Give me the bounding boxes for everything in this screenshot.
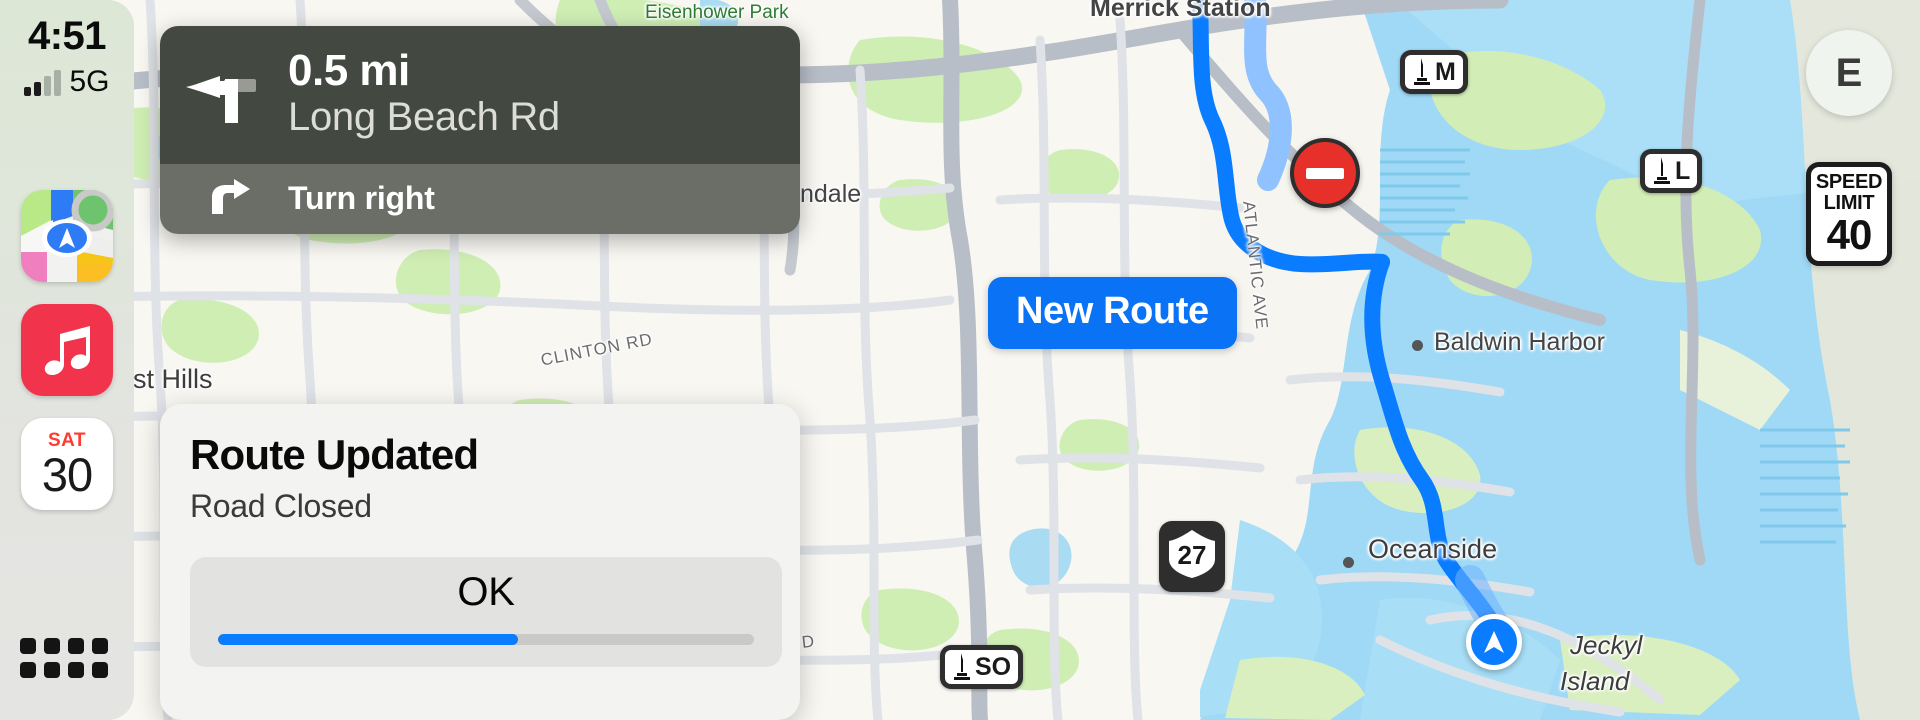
- carplay-sidebar[interactable]: 4:51 5G SAT 30: [0, 0, 134, 720]
- speed-limit-line1: SPEED: [1815, 171, 1883, 194]
- map-label: ndale: [800, 180, 862, 208]
- map-city-dot: [1343, 557, 1354, 568]
- map-label: Jeckyl: [1570, 630, 1643, 660]
- road-closed-icon[interactable]: [1290, 138, 1360, 208]
- user-location-puck: [1466, 614, 1522, 670]
- app-icon-maps[interactable]: [21, 190, 113, 282]
- speed-limit-value: 40: [1826, 210, 1873, 258]
- map-label: CLINTON RD: [539, 329, 655, 370]
- ok-button-label: OK: [457, 570, 515, 614]
- lighthouse-icon: [954, 653, 970, 680]
- nav-primary-instruction[interactable]: 0.5 mi Long Beach Rd: [160, 26, 800, 165]
- parkway-shield-m[interactable]: M: [1400, 50, 1468, 94]
- shield-letter: SO: [975, 652, 1012, 681]
- compass-button[interactable]: E: [1806, 30, 1892, 116]
- app-icon-music[interactable]: [21, 304, 113, 396]
- lighthouse-icon: [1654, 157, 1670, 184]
- apple-music-icon: [44, 326, 90, 375]
- ok-progress-fill: [218, 634, 519, 645]
- nav-street-name: Long Beach Rd: [288, 95, 560, 140]
- map-label: Baldwin Harbor: [1434, 328, 1605, 356]
- map-label: Merrick Station: [1090, 0, 1271, 22]
- signal-bars-icon: [24, 69, 62, 96]
- status-row: 5G: [0, 59, 134, 96]
- compass-direction-letter: E: [1835, 50, 1863, 95]
- app-grid-icon[interactable]: [20, 638, 108, 678]
- speed-limit-line2: LIMIT: [1823, 191, 1875, 214]
- calendar-day: 30: [41, 447, 93, 501]
- navigation-arrow-icon: [1484, 631, 1504, 653]
- carplay-screen: Eisenhower Park Merrick Station ndale st…: [0, 0, 1920, 720]
- map-label: ATLANTIC AVE: [1239, 200, 1272, 331]
- turn-left-icon: [186, 76, 256, 124]
- nav-next-label: Turn right: [288, 179, 435, 216]
- navigation-banner[interactable]: 0.5 mi Long Beach Rd Turn right: [160, 26, 800, 235]
- alert-title: Route Updated: [190, 431, 479, 478]
- apple-maps-icon: [21, 190, 113, 282]
- state-route-shield-icon: 27: [1169, 530, 1215, 578]
- shield-letter: M: [1435, 57, 1456, 86]
- ok-button[interactable]: OK: [190, 557, 782, 667]
- map-label: Oceanside: [1368, 534, 1498, 564]
- svg-text:27: 27: [1178, 540, 1207, 570]
- route-shield-27[interactable]: 27: [1159, 521, 1225, 592]
- speed-limit-sign: SPEED LIMIT 40: [1806, 162, 1892, 266]
- new-route-badge[interactable]: New Route: [988, 277, 1237, 349]
- nav-text-block: 0.5 mi Long Beach Rd: [288, 46, 560, 140]
- alert-subtitle: Road Closed: [190, 488, 372, 525]
- parkway-shield-so[interactable]: SO: [940, 645, 1024, 689]
- status-clock: 4:51: [27, 14, 107, 58]
- turn-right-icon: [212, 179, 250, 215]
- map-label: Island: [1560, 666, 1630, 696]
- map-city-dot: [1412, 340, 1423, 351]
- nav-distance: 0.5 mi: [288, 46, 410, 95]
- road-closed-bar: [1306, 167, 1344, 179]
- ok-progress-bar: [218, 634, 754, 645]
- map-label: Eisenhower Park: [645, 2, 789, 23]
- shield-letter: L: [1675, 156, 1691, 185]
- lighthouse-icon: [1414, 58, 1430, 85]
- map-label: st Hills: [133, 364, 213, 394]
- network-type-label: 5G: [69, 65, 110, 98]
- nav-next-instruction[interactable]: Turn right: [160, 164, 800, 235]
- parkway-shield-l[interactable]: L: [1640, 149, 1703, 193]
- calendar-weekday: SAT: [47, 429, 87, 451]
- app-icon-calendar[interactable]: SAT 30: [21, 418, 113, 510]
